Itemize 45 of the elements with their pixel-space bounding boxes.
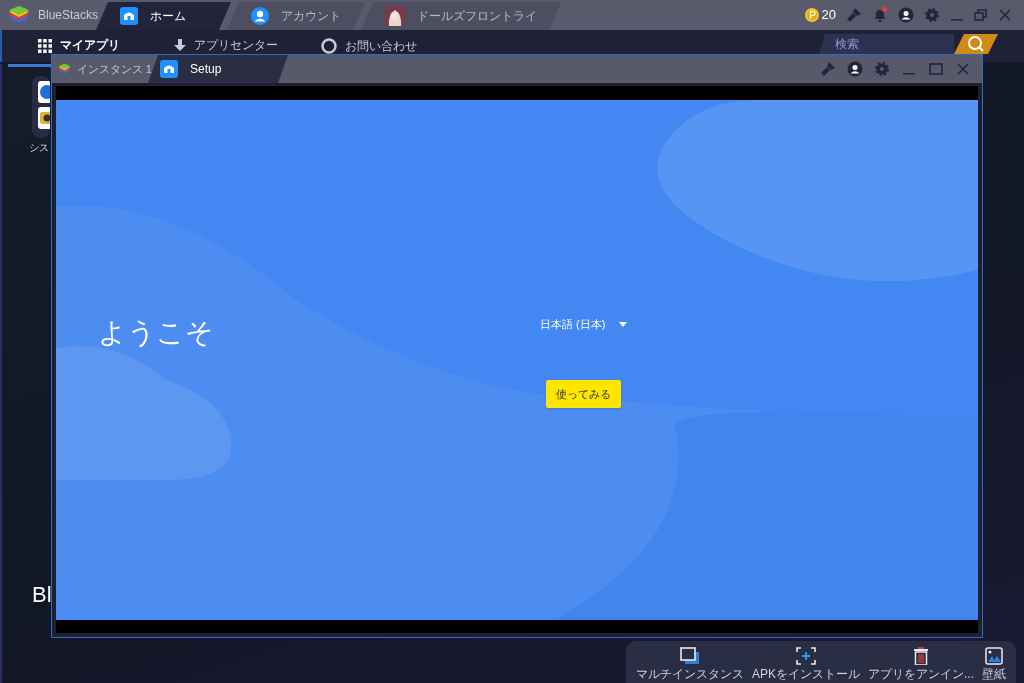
banner-text: Bl <box>32 581 52 609</box>
character-thumbnail-icon <box>385 6 405 26</box>
search-field[interactable]: 検索 <box>819 34 954 54</box>
stacked-windows-icon <box>679 647 700 665</box>
house-icon <box>120 7 138 25</box>
layers-logo-icon <box>8 6 30 24</box>
close-icon[interactable] <box>955 61 971 77</box>
settings-icon[interactable] <box>874 61 890 77</box>
coin-count: 20 <box>821 6 836 25</box>
brush-icon[interactable] <box>846 7 862 23</box>
settings-icon[interactable] <box>924 7 940 23</box>
nav-item[interactable]: アプリセンター <box>174 38 278 53</box>
app-name: BlueStacks <box>38 7 99 24</box>
search-icon <box>967 35 985 53</box>
language-dropdown[interactable]: 日本語 (日本) <box>540 316 628 333</box>
toolbar-button[interactable]: 壁紙 <box>982 647 1006 681</box>
coin-icon <box>804 8 819 22</box>
nav-item[interactable]: マイアプリ <box>38 38 120 53</box>
house-icon <box>160 60 178 78</box>
search-button[interactable] <box>954 34 998 54</box>
image-icon <box>985 647 1003 665</box>
app-folder-icon[interactable] <box>32 76 50 138</box>
toolbar-button[interactable]: アプリをアンイン... <box>868 647 974 681</box>
welcome-title: ようこそ <box>98 316 214 350</box>
toolbar-button[interactable]: APKをインストール <box>751 647 860 681</box>
lifebuoy-icon <box>321 38 337 54</box>
nav-item[interactable]: お問い合わせ <box>321 38 417 54</box>
restore-icon[interactable] <box>974 8 988 22</box>
start-button[interactable]: 使ってみる <box>546 380 621 408</box>
user-icon[interactable] <box>847 61 863 77</box>
user-icon <box>251 7 269 25</box>
close-icon[interactable] <box>998 8 1012 22</box>
download-icon <box>174 38 186 53</box>
grid-icon <box>38 38 52 53</box>
trash-icon <box>912 647 930 665</box>
bell-icon[interactable] <box>872 7 888 23</box>
toolbar-button[interactable]: マルチインスタンス <box>635 647 744 681</box>
app-label: シス <box>29 141 49 155</box>
maximize-icon[interactable] <box>928 61 944 77</box>
user-icon[interactable] <box>898 7 914 23</box>
dropdown-caret-icon <box>619 321 628 327</box>
apk-install-icon <box>795 647 816 665</box>
brush-icon[interactable] <box>820 61 836 77</box>
window-tab[interactable]: アカウント <box>227 2 365 30</box>
window-tab[interactable]: ドールズフロントライ <box>361 2 561 30</box>
